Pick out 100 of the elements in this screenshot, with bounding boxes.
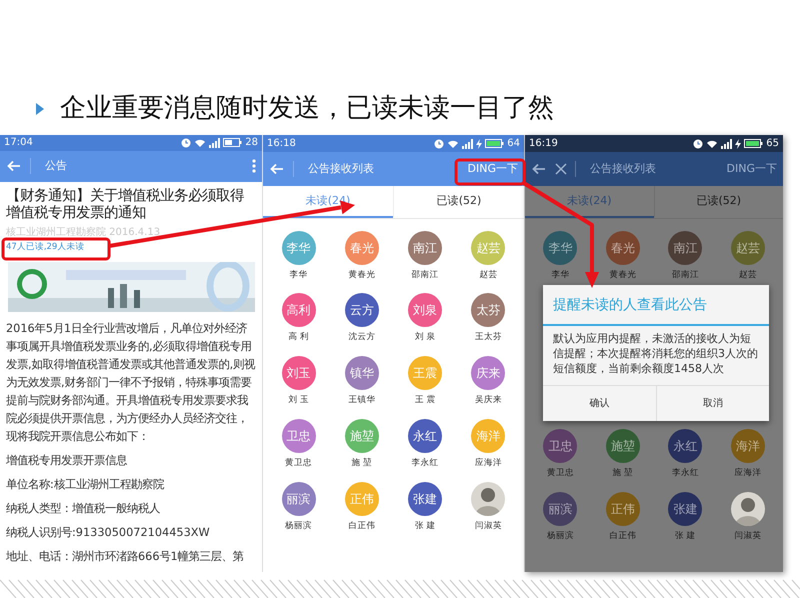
wifi-icon <box>447 138 460 148</box>
tab[interactable]: 已读(52) <box>654 186 783 218</box>
person-name: 张 建 <box>674 530 696 542</box>
wifi-icon <box>706 138 718 148</box>
avatar: 张建 <box>408 482 442 516</box>
avatar: 海洋 <box>471 418 506 453</box>
person-name: 李永红 <box>672 466 699 480</box>
avatar: 正伟 <box>606 492 640 526</box>
person-name: 闫淑英 <box>734 530 762 542</box>
avatar: 太芬 <box>471 293 506 328</box>
avatar: 赵芸 <box>730 230 765 264</box>
read-stats[interactable]: 47人已读,29人未读 <box>0 240 262 254</box>
tab[interactable]: 未读(24) <box>525 186 654 218</box>
person-name: 应海洋 <box>734 466 762 480</box>
person-name: 白正伟 <box>348 520 376 532</box>
avatar: 卫忠 <box>282 418 316 453</box>
person-name: 邵南江 <box>672 268 699 282</box>
person-name: 沈云方 <box>348 331 376 344</box>
highlight-frame <box>454 158 526 186</box>
person-name: 杨丽滨 <box>285 520 312 532</box>
close-icon[interactable] <box>555 163 567 175</box>
article-paragraph: 增值税专用发票开票信息 <box>5 453 128 469</box>
avatar: 云方 <box>344 293 379 328</box>
article-paragraph: 纳税人类型：增值税一般纳税人 <box>5 501 161 517</box>
back-icon[interactable] <box>531 163 547 175</box>
person-name: 吴庆来 <box>474 394 502 407</box>
screen-title: 公告接收列表 <box>575 160 719 178</box>
signal-icon <box>462 138 474 148</box>
battery-icon <box>744 139 764 148</box>
person-name: 李华 <box>290 268 308 282</box>
person-name: 刘 泉 <box>414 331 436 344</box>
avatar: 永红 <box>408 418 442 453</box>
battery-icon <box>485 139 504 148</box>
person-name: 杨丽滨 <box>546 530 574 542</box>
battery-level: 65 <box>766 137 779 151</box>
article-paragraph: 地址、电话：湖州市环渚路666号1幢第三层、第 <box>5 549 245 565</box>
avatar: 赵芸 <box>471 230 506 264</box>
avatar: 镇华 <box>344 356 379 390</box>
person-name: 黄春光 <box>609 268 636 282</box>
person-name: 黄春光 <box>348 268 376 282</box>
person-name: 闫淑英 <box>474 520 502 532</box>
alarm-icon <box>693 138 704 148</box>
person-name: 施 堃 <box>612 466 634 480</box>
avatar: 刘泉 <box>408 293 442 328</box>
avatar: 丽滨 <box>543 492 578 526</box>
battery-level: 64 <box>507 137 520 151</box>
person-name: 张 建 <box>414 520 436 532</box>
battery-icon <box>223 138 242 148</box>
avatar: 丽滨 <box>282 482 316 516</box>
dialog-title: 提醒未读的人查看此公告 <box>543 285 769 326</box>
person-name: 邵南江 <box>412 268 439 282</box>
avatar: 春光 <box>606 230 640 264</box>
screen-title: 公告 <box>30 158 244 174</box>
avatar: 高利 <box>282 293 316 328</box>
person-name: 高 利 <box>288 331 309 344</box>
battery-level: 28 <box>245 136 258 150</box>
alarm-icon <box>181 138 192 148</box>
avatar: 春光 <box>344 230 379 264</box>
status-time: 17:04 <box>4 136 33 150</box>
avatar: 张建 <box>668 492 702 526</box>
avatar: 永红 <box>668 428 702 463</box>
slide-title: 企业重要消息随时发送，已读未读一目了然 <box>60 92 554 124</box>
person-name: 白正伟 <box>609 530 636 542</box>
more-menu-icon[interactable] <box>252 159 256 174</box>
person-name: 施 堃 <box>352 456 372 470</box>
dialog-button[interactable]: 取消 <box>656 386 769 421</box>
person-name: 王镇华 <box>348 394 376 407</box>
avatar: 南江 <box>668 230 702 264</box>
article-paragraph: 单位名称:核工业湖州工程勘察院 <box>5 477 166 493</box>
dialog-message: 默认为应用内提醒，未激活的接收人为短信提醒；本次提醒将消耗您的组织3人次的短信额度，当前剩余额度1458人次 <box>552 331 759 377</box>
signal-icon <box>209 138 220 148</box>
wifi-icon <box>194 138 206 148</box>
article-paragraph: 2016年5月1日全行业营改增后，凡单位对外经济事项属开具增值税发票业务的,必须取得增值税专用发票,如取得增值税普通发票或其他普通发票的,则视为无效发票,财务部门一律不予报销，特殊事项需要提前与院财务部沟通。开具增值税专用发票要求我院必须提供开票信息，为方便经办人员经济交往，现将我院开票信息公布如下： <box>5 321 256 445</box>
person-name: 黄卫忠 <box>285 456 312 470</box>
avatar: 正伟 <box>344 482 379 516</box>
bullet-icon <box>36 102 44 114</box>
avatar: 施堃 <box>344 418 379 453</box>
dialog-button[interactable]: 确认 <box>543 386 656 421</box>
alarm-icon <box>434 138 444 148</box>
article-paragraph: 纳税人识别号:9133050072104453XW <box>5 525 211 541</box>
person-name: 应海洋 <box>474 456 502 470</box>
status-time: 16:18 <box>267 137 296 151</box>
ding-link[interactable]: DING一下 <box>468 160 518 178</box>
screen-title: 公告接收列表 <box>293 160 460 178</box>
person-name: 李永红 <box>412 456 439 470</box>
avatar: 庆来 <box>471 356 506 390</box>
avatar: 海洋 <box>730 428 765 463</box>
avatar: 李华 <box>282 230 316 264</box>
person-name: 李华 <box>551 268 570 282</box>
person-name: 王太芬 <box>474 331 502 344</box>
signal-icon <box>721 138 732 148</box>
person-name: 赵芸 <box>738 268 757 282</box>
tab[interactable]: 已读(52) <box>393 186 524 218</box>
avatar: 卫忠 <box>543 428 578 463</box>
ding-link[interactable]: DING一下 <box>726 160 777 178</box>
person-name: 王 震 <box>414 394 436 407</box>
avatar: 刘玉 <box>282 356 316 390</box>
avatar: 李华 <box>543 230 578 264</box>
person-name: 赵芸 <box>479 268 498 282</box>
avatar: 王震 <box>408 356 442 390</box>
